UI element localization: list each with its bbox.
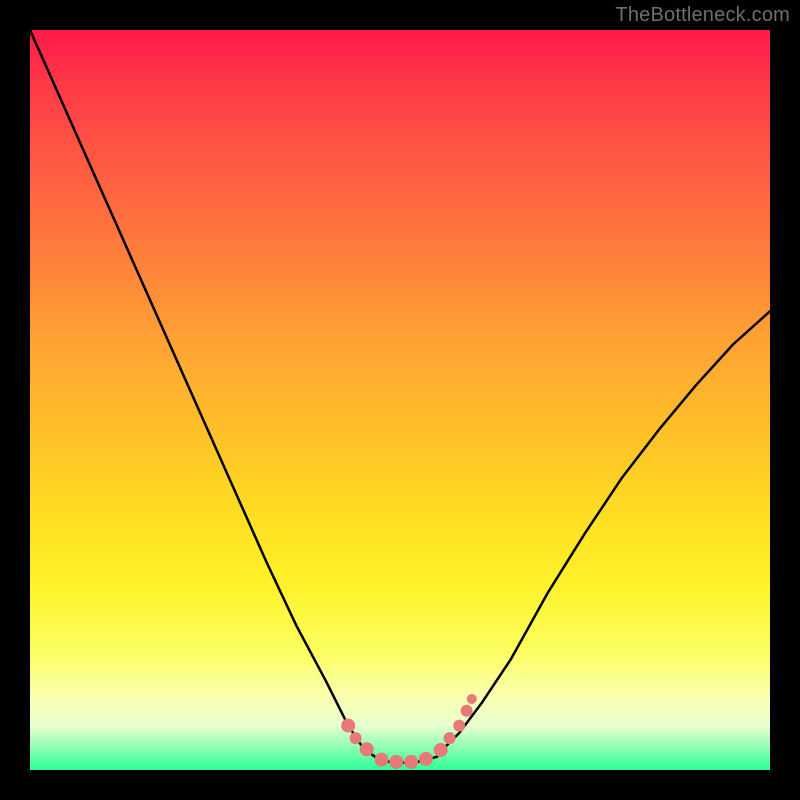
curve-layer [30,30,770,770]
series-lines [30,30,770,763]
marker-dot-11 [467,694,477,704]
plot-area [30,30,770,770]
marker-dot-1 [350,732,362,744]
marker-dots [341,694,477,769]
series-right-branch [444,311,770,748]
marker-dot-6 [419,752,433,766]
marker-dot-3 [375,753,389,767]
series-left-branch [30,30,363,748]
marker-dot-7 [434,743,448,757]
marker-dot-9 [453,720,465,732]
marker-dot-0 [341,719,355,733]
marker-dot-8 [444,732,456,744]
marker-dot-2 [360,742,374,756]
chart-frame: TheBottleneck.com [0,0,800,800]
watermark-text: TheBottleneck.com [615,4,790,27]
marker-dot-5 [404,755,418,769]
marker-dot-10 [461,705,473,717]
marker-dot-4 [389,755,403,769]
